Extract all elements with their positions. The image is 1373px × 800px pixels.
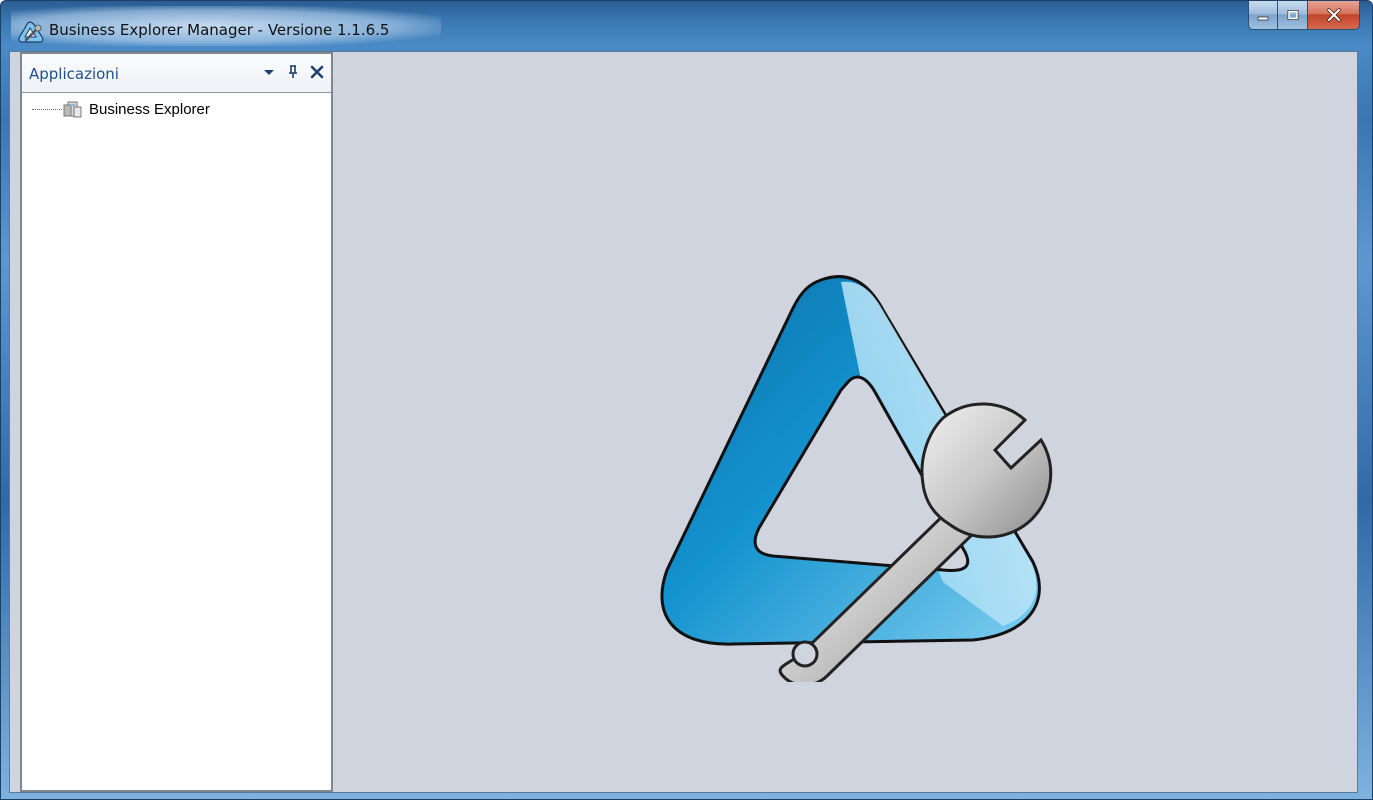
- application-node-icon: [63, 101, 82, 118]
- panel-header: Applicazioni: [22, 54, 331, 93]
- app-logo-icon[interactable]: [17, 20, 45, 44]
- tree-item[interactable]: Business Explorer: [32, 98, 210, 120]
- close-button[interactable]: [1308, 1, 1360, 30]
- caption-buttons: [1248, 1, 1360, 31]
- applications-panel: Applicazioni Business Explorer: [20, 52, 333, 792]
- application-window: Business Explorer Manager - Versione 1.1…: [0, 0, 1373, 800]
- maximize-icon: [1287, 10, 1298, 20]
- window-title: Business Explorer Manager - Versione 1.1…: [49, 21, 390, 39]
- pin-icon[interactable]: [285, 64, 301, 80]
- minimize-icon: [1257, 16, 1269, 21]
- title-bar[interactable]: Business Explorer Manager - Versione 1.1…: [1, 1, 1372, 51]
- tree-item-label: Business Explorer: [89, 100, 210, 118]
- close-icon: [1326, 8, 1341, 22]
- panel-tools: [261, 64, 325, 80]
- maximize-button[interactable]: [1278, 1, 1308, 30]
- minimize-button[interactable]: [1248, 1, 1278, 30]
- close-panel-icon[interactable]: [309, 64, 325, 80]
- application-tree: Business Explorer: [22, 93, 331, 790]
- tree-connector: [32, 108, 62, 110]
- dropdown-arrow-icon[interactable]: [261, 64, 277, 80]
- business-explorer-wrench-logo: [660, 275, 1053, 682]
- main-area: Applicazioni Business Explorer: [9, 51, 1358, 793]
- panel-title: Applicazioni: [29, 65, 119, 83]
